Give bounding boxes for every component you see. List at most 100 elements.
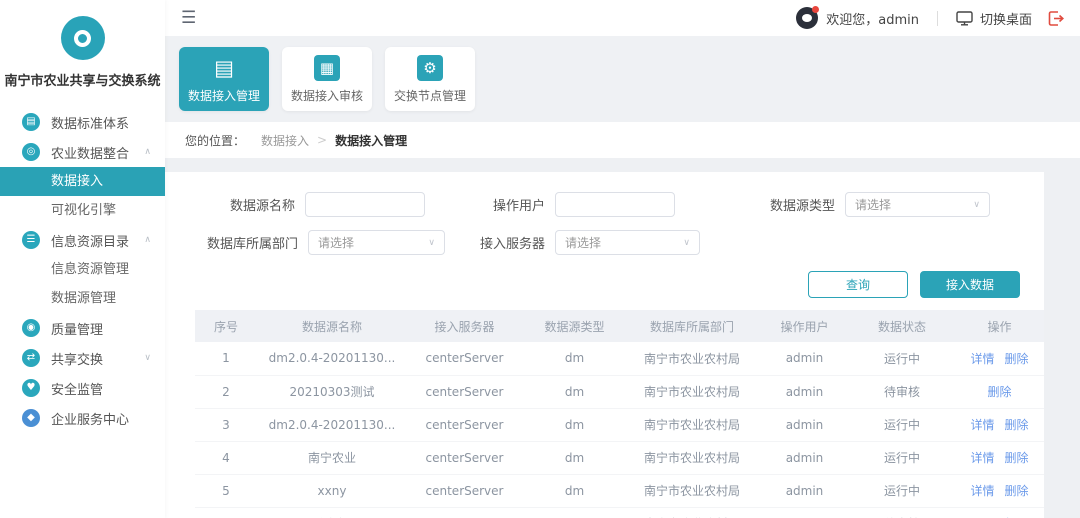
- tab-label: 交换节点管理: [393, 88, 466, 103]
- sidebar-item-label: 数据标准体系: [51, 116, 130, 132]
- sidebar-item-info-resource-catalog[interactable]: ☰ 信息资源目录 ∧: [0, 225, 165, 255]
- content-panel: 数据源名称 操作用户 数据源类型 请选择 ∨ 数据库所属部门 请选择 ∨ 接入服…: [165, 172, 1044, 518]
- query-button[interactable]: 查询: [808, 271, 908, 298]
- table-row: 1 dm2.0.4-20201130... centerServer dm 南宁市农业农…: [195, 342, 1044, 376]
- app-title: 南宁市农业共享与交换系统: [4, 74, 161, 89]
- breadcrumb-parent-link[interactable]: 数据接入: [261, 132, 309, 149]
- detail-link[interactable]: 详情: [970, 484, 994, 498]
- security-icon: ♥: [22, 379, 40, 397]
- table-cell: 南宁市农业农村局: [627, 408, 757, 442]
- db-department-select[interactable]: 请选择 ∨: [307, 230, 445, 255]
- app-logo-icon: [60, 16, 105, 60]
- col-header: 接入服务器: [407, 310, 522, 342]
- logo: 南宁市农业共享与交换系统: [0, 0, 165, 89]
- table-cell: centerServer: [407, 408, 522, 442]
- logout-icon[interactable]: [1048, 10, 1064, 26]
- sidebar-item-label: 企业服务中心: [51, 412, 130, 428]
- datasource-table: 序号 数据源名称 接入服务器 数据源类型 数据库所属部门 操作用户 数据状态 操…: [195, 310, 1044, 518]
- table-cell: 20210303测试: [257, 375, 407, 409]
- sidebar-item-data-access[interactable]: 数据接入: [0, 167, 165, 196]
- table-cell: 南宁市农业农村局: [627, 342, 757, 376]
- table-cell: dm: [522, 474, 627, 508]
- quality-icon: ◉: [22, 319, 40, 337]
- table-cell: yinxiaole: [757, 507, 852, 518]
- access-server-select[interactable]: 请选择 ∨: [555, 230, 700, 255]
- main-area: ☰ 欢迎您，admin 切换桌面 ▤ 数据接入管理 ▦ 数据接入审核 ⚙ 交换节…: [165, 0, 1080, 518]
- sidebar-menu: ▤ 数据标准体系 ◎ 农业数据整合 ∧ 数据接入 可视化引擎 ☰ 信息资源目录 …: [0, 107, 165, 433]
- table-row: 3 dm2.0.4-20201130... centerServer dm 南宁市农业农…: [195, 408, 1044, 442]
- table-cell: 待审核: [852, 375, 952, 409]
- switch-desktop-button[interactable]: 切换桌面: [980, 9, 1032, 28]
- sidebar-item-security-supervision[interactable]: ♥ 安全监管: [0, 373, 165, 403]
- detail-link[interactable]: 详情: [970, 418, 994, 432]
- table-cell: admin: [757, 474, 852, 508]
- detail-link[interactable]: 详情: [970, 451, 994, 465]
- col-header: 操作用户: [757, 310, 852, 342]
- hamburger-menu-icon[interactable]: ☰: [181, 9, 196, 27]
- chevron-down-icon: ∨: [144, 353, 151, 363]
- row-actions: 详情 删除: [952, 441, 1044, 475]
- table-cell: 4: [195, 441, 257, 475]
- datasource-type-select[interactable]: 请选择 ∨: [845, 192, 990, 217]
- col-header: 序号: [195, 310, 257, 342]
- table-cell: 5: [195, 474, 257, 508]
- table-cell: 南宁市农业农村局: [627, 474, 757, 508]
- sidebar-item-visual-engine[interactable]: 可视化引擎: [0, 196, 165, 225]
- operator-user-input[interactable]: [555, 192, 675, 217]
- table-cell: xxny: [257, 474, 407, 508]
- delete-link[interactable]: 删除: [1005, 418, 1029, 432]
- table-cell: dm2.0.4-20201130...: [257, 408, 407, 442]
- table-cell: centerServer: [407, 474, 522, 508]
- sidebar-item-share-exchange[interactable]: ⇄ 共享交换 ∨: [0, 343, 165, 373]
- col-header: 操作: [952, 310, 1044, 342]
- monitor-icon[interactable]: [956, 10, 973, 26]
- table-cell: admin: [757, 408, 852, 442]
- filter-field-operator-user: 操作用户: [445, 192, 735, 217]
- welcome-text: 欢迎您，admin: [826, 12, 919, 28]
- avatar[interactable]: [796, 6, 820, 29]
- sidebar-item-label: 信息资源目录: [51, 234, 130, 250]
- row-actions: 删除: [952, 507, 1044, 518]
- table-cell: 南宁市农业农村局: [627, 441, 757, 475]
- filter-form: 数据源名称 操作用户 数据源类型 请选择 ∨ 数据库所属部门 请选择 ∨ 接入服…: [195, 192, 1024, 255]
- breadcrumb-separator: >: [317, 133, 328, 147]
- integration-icon: ◎: [22, 143, 40, 161]
- col-header: 数据库所属部门: [627, 310, 757, 342]
- delete-link[interactable]: 删除: [987, 385, 1011, 399]
- sidebar-item-label: 安全监管: [51, 382, 104, 398]
- detail-link[interactable]: 详情: [970, 352, 994, 366]
- row-actions: 详情 删除: [952, 342, 1044, 376]
- sidebar-item-enterprise-service[interactable]: ◆ 企业服务中心: [0, 403, 165, 433]
- sidebar-item-quality-mgmt[interactable]: ◉ 质量管理: [0, 313, 165, 343]
- field-label: 操作用户: [492, 199, 545, 214]
- ingest-data-button[interactable]: 接入数据: [920, 271, 1020, 298]
- table-cell: centerServer: [407, 507, 522, 518]
- select-value: 请选择: [317, 236, 354, 250]
- delete-link[interactable]: 删除: [1005, 451, 1029, 465]
- field-label: 数据源类型: [769, 199, 835, 214]
- table-cell: dm: [522, 507, 627, 518]
- topbar-right: 欢迎您，admin 切换桌面: [796, 6, 1064, 29]
- table-cell: 运行中: [852, 474, 952, 508]
- sidebar-item-agri-integration[interactable]: ◎ 农业数据整合 ∧: [0, 137, 165, 167]
- tab-data-access-audit[interactable]: ▦ 数据接入审核: [282, 47, 372, 111]
- share-icon: ⇄: [22, 349, 40, 367]
- breadcrumb-current: 数据接入管理: [335, 133, 408, 148]
- delete-link[interactable]: 删除: [1005, 484, 1029, 498]
- sidebar-item-datasource-mgmt[interactable]: 数据源管理: [0, 284, 165, 313]
- delete-link[interactable]: 删除: [1005, 352, 1029, 366]
- table-row: 6测试centerServerdm南宁市农业农村局yinxiaole待审核删除: [195, 507, 1044, 518]
- table-cell: dm: [522, 441, 627, 475]
- table-row: 5 xxny centerServer dm 南宁市农业农村局 admin 运行中 详情 删除: [195, 474, 1044, 508]
- sidebar-item-info-resource-mgmt[interactable]: 信息资源管理: [0, 255, 165, 284]
- tab-exchange-node-mgmt[interactable]: ⚙ 交换节点管理: [385, 47, 475, 111]
- datasource-name-input[interactable]: [305, 192, 425, 217]
- tab-data-access-mgmt[interactable]: ▤ 数据接入管理: [179, 47, 269, 111]
- table-cell: centerServer: [407, 375, 522, 409]
- table-header-row: 序号 数据源名称 接入服务器 数据源类型 数据库所属部门 操作用户 数据状态 操…: [195, 310, 1044, 342]
- document-icon: ▤: [214, 55, 234, 80]
- sidebar-item-data-standard[interactable]: ▤ 数据标准体系: [0, 107, 165, 137]
- sidebar-item-label: 农业数据整合: [51, 146, 130, 162]
- table-cell: dm: [522, 342, 627, 376]
- col-header: 数据源类型: [522, 310, 627, 342]
